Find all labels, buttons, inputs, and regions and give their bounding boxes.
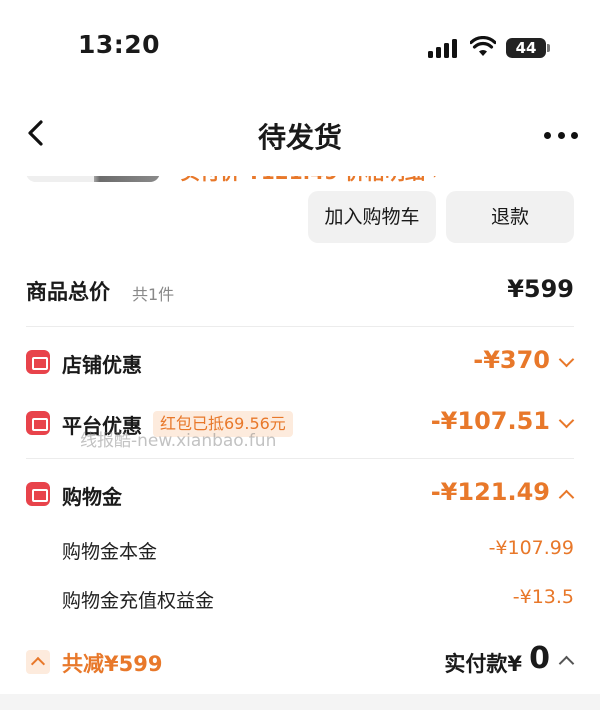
battery-tip [547,44,550,52]
store-discount-value[interactable]: -¥370 [473,346,550,374]
total-price-label: 商品总价 [26,280,110,304]
divider [26,326,574,327]
chevron-up-icon[interactable] [558,655,575,672]
credit-bonus-label: 购物金充值权益金 [62,590,215,612]
battery-indicator: 44 [506,38,546,58]
status-time: 13:20 [78,30,161,59]
wifi-icon [470,36,496,56]
total-price-value: ¥599 [507,275,574,303]
credit-principal-value: -¥107.99 [488,537,574,559]
add-to-cart-button[interactable]: 加入购物车 [308,191,436,243]
cellular-signal-icon [428,38,460,58]
chevron-down-icon[interactable] [558,351,575,368]
status-bar: 13:20 44 [0,0,600,96]
platform-coupon-icon [26,411,50,435]
paid-amount-value: 0 [529,641,550,676]
collapse-toggle-icon[interactable] [26,650,50,674]
total-saved-text[interactable]: 共减¥599 [62,648,162,678]
bottom-section-divider [0,694,600,710]
paid-amount-label: 实付款¥ [444,652,522,676]
watermark: 线报酷-new.xianbao.fun [80,431,277,451]
store-discount-label: 店铺优惠 [62,353,142,377]
credit-bonus-value: -¥13.5 [512,586,574,608]
more-dots-icon[interactable] [544,132,578,140]
platform-discount-value[interactable]: -¥107.51 [431,407,550,435]
shopping-credit-value[interactable]: -¥121.49 [431,478,550,506]
chevron-down-icon[interactable] [558,412,575,429]
shopping-credit-label: 购物金 [62,485,122,509]
shopping-credit-icon [26,482,50,506]
page-title: 待发货 [257,121,342,154]
chevron-up-icon[interactable] [558,489,575,506]
divider [26,458,574,459]
credit-principal-label: 购物金本金 [62,541,158,563]
item-count: 共1件 [132,285,175,304]
refund-button[interactable]: 退款 [446,191,574,243]
nav-bar: 待发货 [0,96,600,176]
store-icon [26,350,50,374]
